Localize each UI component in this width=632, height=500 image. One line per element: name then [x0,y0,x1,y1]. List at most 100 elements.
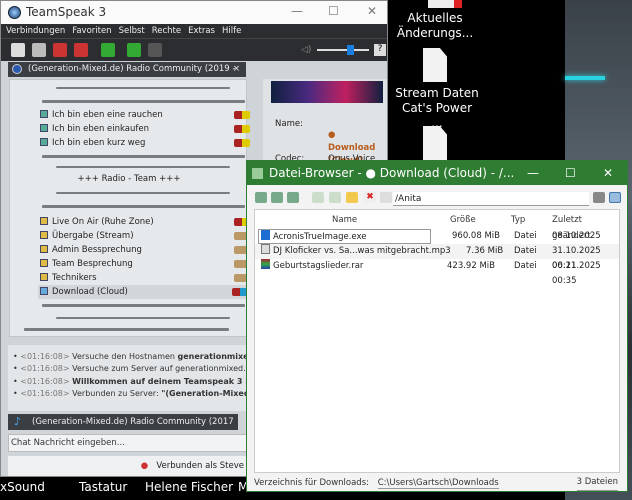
spacer-line [56,166,230,168]
server-tab[interactable]: (Generation-Mixed.de) Radio Community (2… [8,62,246,89]
document-icon [423,48,447,82]
channel-item[interactable]: Team Besprechung [40,257,252,271]
log-entry: • <01:16:08> Verbunden zu Server: "(Gene… [13,389,246,399]
file-row[interactable]: DJ Kloficker vs. Sa...was mitgebracht.mp… [255,244,619,271]
channel-label: Download (Cloud) [52,287,128,297]
new-folder-icon[interactable] [346,192,358,203]
menu-extras[interactable]: Extras [188,26,215,36]
close-button[interactable]: ✕ [367,4,377,18]
download-icon[interactable] [329,192,341,203]
channel-item[interactable]: Übergabe (Stream) [40,229,252,243]
volume-slider[interactable] [317,49,369,51]
refresh-icon[interactable] [255,192,267,203]
minimize-button[interactable]: — [527,161,539,185]
chat-tab[interactable]: ♪ (Generation-Mixed.de) Radio Community … [8,414,238,443]
close-tab-icon[interactable]: × [233,62,240,77]
close-button[interactable]: ✕ [603,161,613,185]
channel-label: Technikers [52,273,97,283]
download-dir-link[interactable]: C:\Users\Gartsch\Downloads [377,478,499,489]
taskbar-item[interactable]: xSound [0,480,45,494]
menu-favoriten[interactable]: Favoriten [72,26,111,36]
menu-hilfe[interactable]: Hilfe [222,26,241,36]
channel-item[interactable]: Admin Bessprechung [40,243,252,257]
desktop-icon-pdf[interactable]: Aktuelles Änderungs... [395,0,475,41]
channel-label: Ich bin eben kurz weg [52,138,146,148]
channel-item[interactable]: Ich bin eben kurz weg [40,136,252,150]
channel-flags-icon [234,111,250,119]
document-icon[interactable] [423,126,447,160]
channel-item[interactable]: Live On Air (Ruhe Zone) [40,215,252,229]
file-name-cell: DJ Kloficker vs. Sa...was mitgebracht.mp… [261,244,451,259]
parent-folder-icon[interactable] [271,192,283,203]
window-title: Datei-Browser - ● Download (Cloud) - /..… [269,166,515,180]
log-entry: • <01:16:08> Willkommen auf deinem Teams… [13,376,246,386]
path-input[interactable]: /Anita [393,192,589,206]
exe-icon [261,230,270,240]
detail-view-icon[interactable] [593,192,605,203]
column-header-size[interactable]: Größe [450,212,476,228]
mute-speakers-icon[interactable] [73,43,88,57]
channel-item-selected[interactable]: Download (Cloud) [38,285,250,299]
title-bar: TeamSpeak 3 — ☐ ✕ [1,1,387,24]
window-title: TeamSpeak 3 [26,5,107,19]
maximize-button[interactable]: ☐ [328,4,339,18]
file-name-cell: Geburtstagslieder.rar [261,259,363,274]
info-name-label: Name: [275,119,303,129]
connect-icon[interactable] [11,43,25,57]
contacts-icon[interactable] [127,43,142,57]
menu-selbst[interactable]: Selbst [119,26,145,36]
column-header-name[interactable]: Name [332,212,357,228]
log-entry: • <01:16:08> Versuche den Hostnamen gene… [13,352,246,361]
taskbar-item[interactable]: Helene Fischer [145,480,233,494]
channel-icon [40,245,48,253]
desktop-icon-label: Aktuelles Änderungs... [396,11,474,40]
chat-input[interactable]: Chat Nachricht eingeben... [8,434,248,452]
menu-verbindungen[interactable]: Verbindungen [6,26,65,36]
file-browser-window: Datei-Browser - ● Download (Cloud) - /..… [246,160,628,492]
maximize-button[interactable]: ☐ [565,161,576,185]
channel-item[interactable]: Ich bin eben eine rauchen [40,108,252,122]
title-bar: Datei-Browser - ● Download (Cloud) - /..… [247,161,627,185]
delete-icon[interactable]: ✖ [364,192,376,203]
rar-icon [261,259,270,269]
desktop-icon-text[interactable]: Stream Daten Cat's Power ... [395,48,479,131]
file-browser-footer: Verzeichnis für Downloads: C:\Users\Gart… [254,475,620,491]
rename-icon[interactable] [380,192,392,203]
server-log: • <01:16:08> Versuche den Hostnamen gene… [8,345,246,411]
spacer-line [56,87,230,89]
pdf-icon [428,0,462,8]
teamspeak-logo-icon [8,6,21,19]
away-icon[interactable] [100,43,115,57]
help-icon[interactable]: ? [374,44,386,56]
volume-slider-handle[interactable] [347,45,354,55]
column-header-modified[interactable]: Zuletzt geändert [552,212,619,241]
file-row[interactable]: Geburtstagslieder.rar 423.92 MiB Datei 0… [255,259,619,286]
mute-microphone-icon[interactable] [52,43,67,57]
file-row[interactable]: AcronisTrueImage.exe 960.08 MiB Datei 08… [255,229,619,256]
spacer-label: +++ Radio - Team +++ [77,174,181,184]
channel-item[interactable]: Ich bin eben einkaufen [40,122,252,136]
channel-icon [40,259,48,267]
whisper-icon[interactable] [148,43,163,57]
scrollbar[interactable] [24,328,229,331]
menu-rechte[interactable]: Rechte [152,26,181,36]
disconnect-icon[interactable] [31,43,46,57]
channel-icon [40,110,48,118]
root-folder-icon[interactable] [287,192,299,203]
upload-icon[interactable] [312,192,324,203]
audio-file-icon [261,244,270,254]
server-icon [12,64,22,74]
column-header-type[interactable]: Typ [511,212,525,228]
file-size: 7.36 MiB [466,246,504,256]
channel-item[interactable]: Technikers [40,271,252,285]
minimize-button[interactable]: — [291,4,303,18]
channel-label: Ich bin eben eine rauchen [52,110,163,120]
download-dir-label: Verzeichnis für Downloads: [254,478,369,488]
channel-icon [40,273,48,281]
list-view-icon[interactable] [609,192,621,203]
taskbar-labels: xSound Tastatur Helene Fischer M [0,478,260,500]
file-type: Datei [514,261,537,271]
file-count: 3 Dateien [576,475,618,491]
music-note-icon: ♪ [14,415,22,428]
taskbar-item[interactable]: Tastatur [79,480,127,494]
